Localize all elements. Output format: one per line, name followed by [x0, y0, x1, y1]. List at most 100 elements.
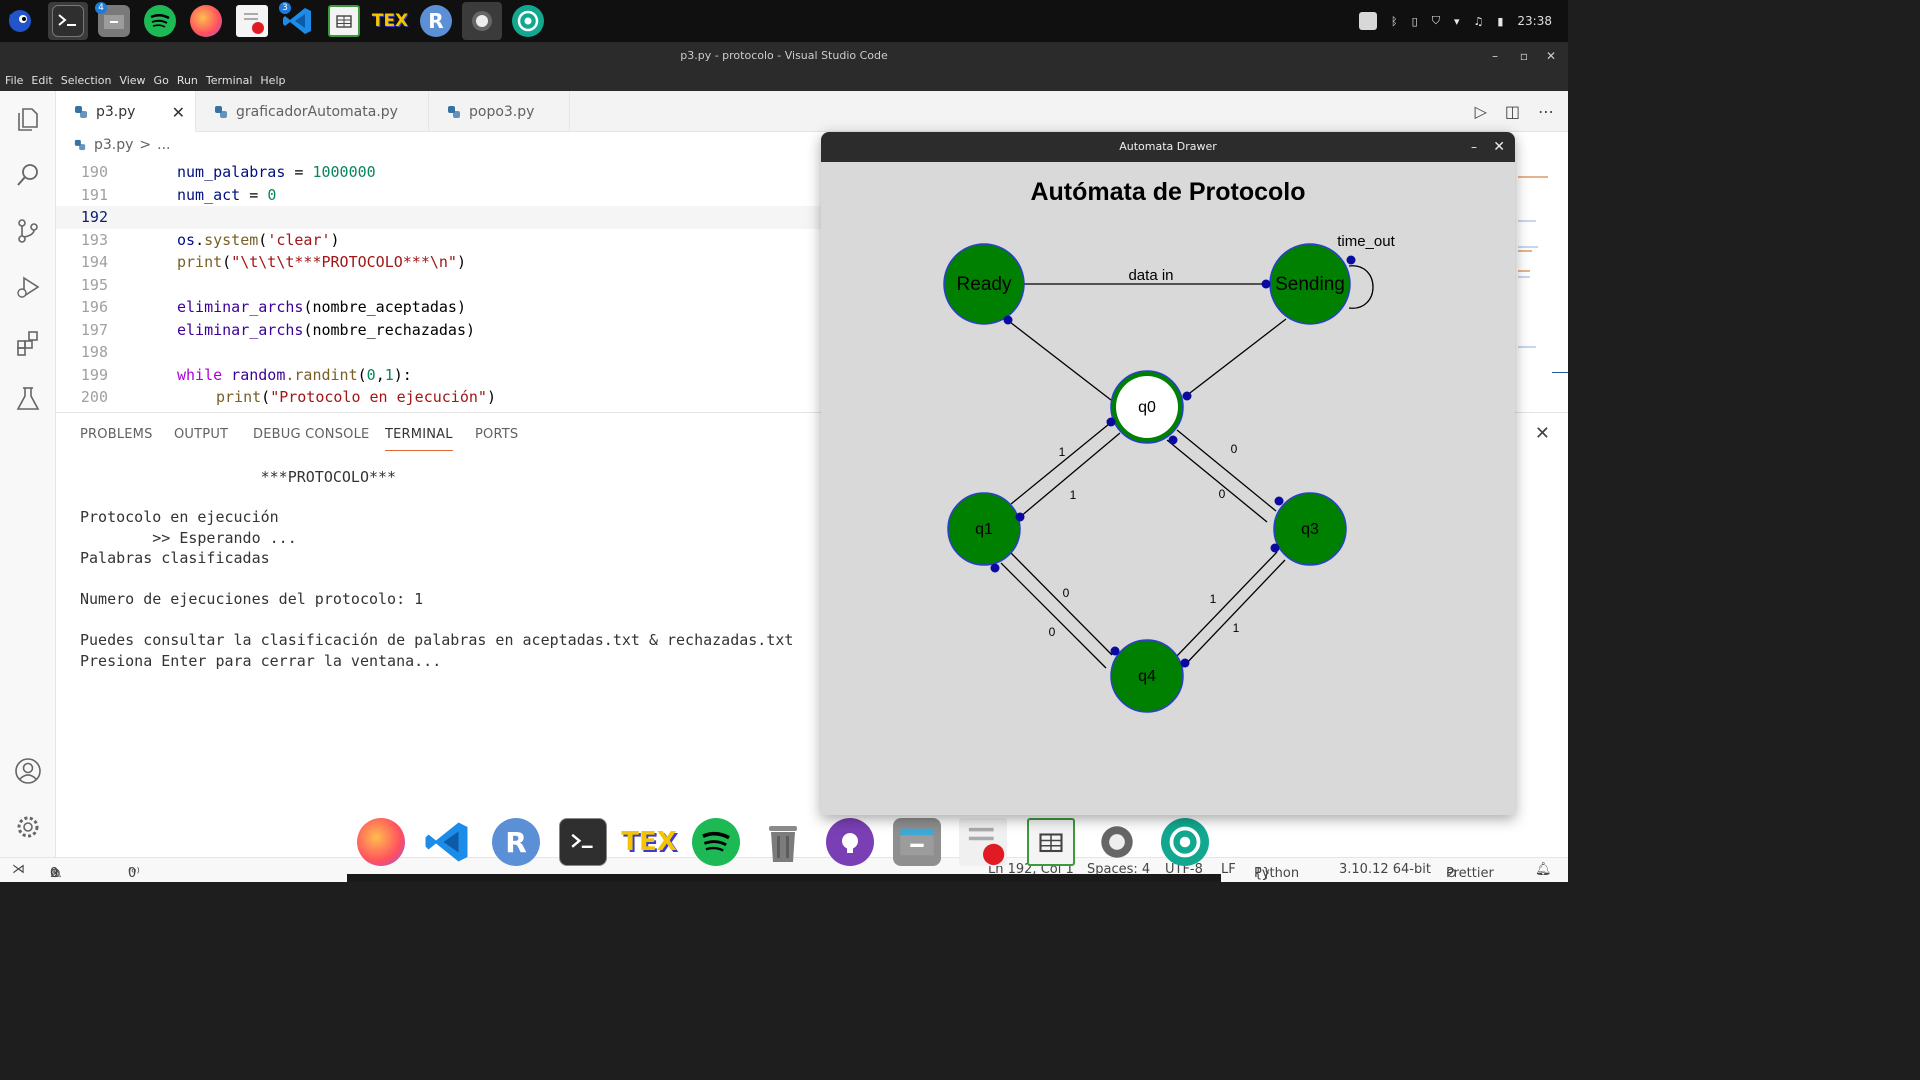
source-control-icon[interactable] [12, 215, 44, 247]
state-label-sending: Sending [1275, 274, 1345, 295]
arrowhead-dot [990, 563, 1000, 573]
code-token: . [195, 230, 205, 249]
automata-canvas: Autómata de Protocolo data in time_out 1… [821, 162, 1515, 815]
firefox-app[interactable] [186, 2, 226, 40]
files-icon[interactable] [893, 818, 941, 866]
aperture-app[interactable] [508, 2, 548, 40]
settings-app[interactable] [462, 2, 502, 40]
tab-label: graficadorAutomata.py [236, 103, 398, 120]
vscode-app[interactable]: 3 [278, 2, 318, 40]
line-number: 193 [80, 230, 108, 249]
spreadsheet-icon[interactable] [1027, 818, 1075, 866]
menu-edit[interactable]: Edit [31, 74, 52, 87]
vscode-icon[interactable] [424, 818, 472, 866]
close-panel-icon[interactable]: ✕ [1535, 423, 1550, 444]
terminal-icon[interactable] [559, 818, 607, 866]
extensions-icon[interactable] [12, 327, 44, 359]
spotify-icon[interactable] [692, 818, 740, 866]
r-icon[interactable]: R [492, 818, 540, 866]
more-actions-icon[interactable]: ⋯ [1538, 102, 1554, 121]
bluetooth-icon[interactable]: ᛒ [1391, 15, 1398, 28]
firefox-icon[interactable] [357, 818, 405, 866]
aperture-icon[interactable] [1161, 818, 1209, 866]
music-icon[interactable]: ♫ [1473, 15, 1483, 28]
close-window-icon[interactable]: ✕ [1546, 42, 1556, 70]
close-tab-icon[interactable]: ✕ [172, 103, 185, 122]
code-token: system [204, 230, 259, 249]
code-token: eliminar_archs [177, 298, 304, 316]
tab-ports[interactable]: PORTS [475, 427, 518, 442]
tab-graficador[interactable]: graficadorAutomata.py [196, 91, 429, 132]
code-token: "Protocolo en ejecución" [270, 388, 487, 406]
minimize-icon[interactable]: – [1471, 132, 1477, 162]
github-icon[interactable] [826, 818, 874, 866]
wifi-icon[interactable]: ▾ [1454, 15, 1460, 28]
clipboard-icon[interactable]: ▯ [1412, 15, 1418, 28]
search-icon[interactable] [12, 159, 44, 191]
code-token: 0 [267, 185, 277, 204]
aperture-icon [512, 5, 544, 37]
tex-app[interactable]: TEX [370, 2, 410, 40]
menu-file[interactable]: File [5, 74, 23, 87]
battery-icon[interactable]: ▮ [1497, 15, 1503, 28]
shield-icon[interactable]: ⛉ [1432, 14, 1440, 28]
tab-output[interactable]: OUTPUT [174, 427, 228, 442]
activity-bar [0, 91, 56, 857]
remote-icon[interactable]: ⋊ [12, 862, 25, 877]
code-token: ) [330, 230, 340, 249]
testing-icon[interactable] [12, 383, 44, 415]
text-editor-app[interactable] [232, 2, 272, 40]
spreadsheet-app[interactable] [324, 2, 364, 40]
code-token: .randint [285, 365, 358, 384]
tab-p3[interactable]: p3.py ✕ [56, 91, 196, 132]
r-app[interactable]: R [416, 2, 456, 40]
notifications-bell-icon[interactable]: 🔔︎ [1535, 862, 1552, 877]
tab-debug-console[interactable]: DEBUG CONSOLE [253, 427, 369, 442]
trash-icon[interactable] [759, 818, 807, 866]
end-of-line[interactable]: LF [1221, 862, 1236, 877]
edge-label-q0-q1-a: 1 [1059, 445, 1066, 459]
minimap[interactable] [1514, 158, 1568, 412]
window-title: p3.py - protocolo - Visual Studio Code [680, 49, 888, 62]
editor-tabs: p3.py ✕ graficadorAutomata.py popo3.py ▷… [56, 91, 1568, 132]
python-interpreter[interactable]: 3.10.12 64-bit [1339, 862, 1431, 877]
menu-selection[interactable]: Selection [61, 74, 112, 87]
tex-icon[interactable]: TEX [621, 818, 677, 866]
tab-popo3[interactable]: popo3.py [429, 91, 570, 132]
settings-icon [466, 5, 498, 37]
menu-help[interactable]: Help [260, 74, 285, 87]
breadcrumb-rest[interactable]: ... [157, 137, 170, 153]
spotify-app[interactable] [140, 2, 180, 40]
maximize-icon[interactable]: ▫ [1520, 42, 1528, 70]
dock-strip [347, 874, 1221, 882]
code-token: print [216, 388, 262, 406]
clock[interactable]: 23:38 [1517, 14, 1552, 28]
breadcrumb-file[interactable]: p3.py [94, 137, 133, 153]
minimize-icon[interactable]: – [1492, 42, 1498, 70]
run-file-icon[interactable]: ▷ [1475, 102, 1487, 121]
terminal-app[interactable] [48, 2, 88, 40]
account-icon[interactable] [12, 755, 44, 787]
menu-terminal[interactable]: Terminal [206, 74, 253, 87]
automata-drawer-window[interactable]: Automata Drawer – ✕ Autómata de Protocol… [821, 132, 1515, 815]
run-debug-icon[interactable] [12, 271, 44, 303]
pen-icon[interactable] [1359, 12, 1378, 30]
sonic-app[interactable] [0, 2, 40, 40]
explorer-icon[interactable] [12, 103, 44, 135]
line-number: 200 [80, 388, 108, 406]
files-app[interactable]: 4 [94, 2, 134, 40]
minimap-viewport [1552, 372, 1568, 373]
close-window-icon[interactable]: ✕ [1493, 132, 1505, 162]
menu-view[interactable]: View [119, 74, 145, 87]
split-editor-icon[interactable]: ◫ [1505, 102, 1520, 121]
tab-problems[interactable]: PROBLEMS [80, 427, 153, 442]
manage-gear-icon[interactable] [12, 811, 44, 843]
menu-run[interactable]: Run [177, 74, 198, 87]
settings-icon[interactable] [1093, 818, 1141, 866]
tab-terminal[interactable]: TERMINAL [385, 427, 453, 451]
text-editor-icon[interactable] [959, 818, 1007, 866]
dock: R TEX [347, 810, 1221, 882]
menu-go[interactable]: Go [154, 74, 169, 87]
automata-heading: Autómata de Protocolo [1030, 178, 1305, 206]
python-file-icon [448, 105, 460, 118]
